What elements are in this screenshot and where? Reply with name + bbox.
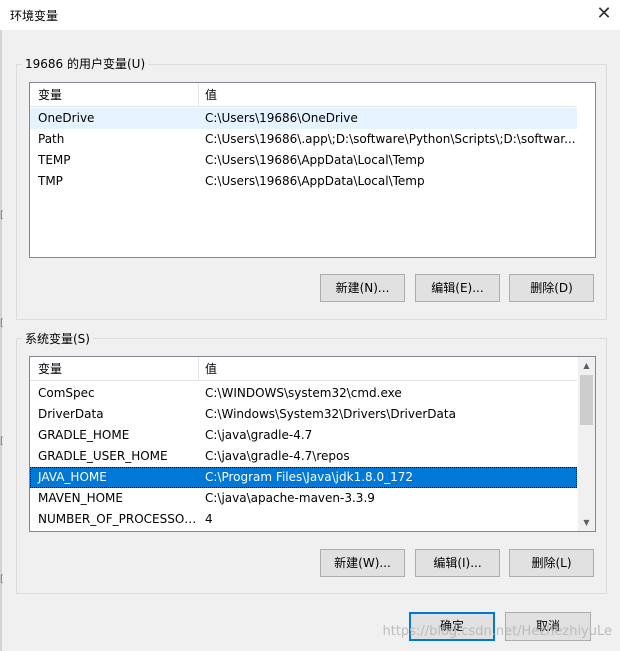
system-variable-row[interactable]: DriverData C:\Windows\System32\Drivers\D… bbox=[30, 404, 577, 425]
variable-name: TEMP bbox=[38, 153, 71, 167]
variable-name: JAVA_HOME bbox=[38, 470, 107, 484]
variable-name: ComSpec bbox=[38, 386, 95, 400]
variable-value: C:\java\gradle-4.7 bbox=[205, 428, 313, 442]
column-header-variable[interactable]: 变量 bbox=[32, 83, 198, 107]
system-variable-row[interactable]: GRADLE_USER_HOME C:\java\gradle-4.7\repo… bbox=[30, 446, 577, 467]
system-variable-row[interactable]: NUMBER_OF_PROCESSORS 4 bbox=[30, 509, 577, 530]
user-new-button[interactable]: 新建(N)... bbox=[320, 274, 405, 302]
user-delete-button[interactable]: 删除(D) bbox=[509, 274, 594, 302]
variable-value: C:\java\apache-maven-3.3.9 bbox=[205, 491, 375, 505]
system-variable-row[interactable]: ComSpec C:\WINDOWS\system32\cmd.exe bbox=[30, 383, 577, 404]
system-variables-group-label: 系统变量(S) bbox=[22, 330, 93, 347]
user-variable-row[interactable]: TEMP C:\Users\19686\AppData\Local\Temp bbox=[30, 150, 577, 171]
user-variable-row[interactable]: TMP C:\Users\19686\AppData\Local\Temp bbox=[30, 171, 577, 192]
variable-value: C:\Users\19686\OneDrive bbox=[205, 111, 358, 125]
variable-value: C:\Users\19686\AppData\Local\Temp bbox=[205, 174, 425, 188]
variable-name: MAVEN_HOME bbox=[38, 491, 123, 505]
close-icon[interactable]: ✕ bbox=[588, 0, 620, 30]
background-edge-glyph: [ bbox=[0, 436, 4, 447]
variable-value: C:\java\gradle-4.7\repos bbox=[205, 449, 350, 463]
vertical-scrollbar[interactable]: ▲ ▼ bbox=[578, 357, 595, 531]
background-window-edge bbox=[0, 30, 2, 651]
system-variable-row[interactable]: MAVEN_HOME C:\java\apache-maven-3.3.9 bbox=[30, 488, 577, 509]
user-variables-list[interactable]: 变量 值 OneDrive C:\Users\19686\OneDrive Pa… bbox=[29, 82, 596, 258]
variable-value: C:\Users\19686\AppData\Local\Temp bbox=[205, 153, 425, 167]
variable-value: 4 bbox=[205, 512, 213, 526]
variable-name: Path bbox=[38, 132, 65, 146]
variable-value: C:\Windows\System32\Drivers\DriverData bbox=[205, 407, 456, 421]
scrollbar-thumb[interactable] bbox=[580, 375, 593, 425]
list-header: 变量 值 bbox=[30, 83, 577, 107]
background-edge-glyph: [ bbox=[0, 574, 4, 585]
system-edit-button[interactable]: 编辑(I)... bbox=[415, 549, 500, 577]
window-title: 环境变量 bbox=[10, 9, 59, 23]
variable-name: GRADLE_USER_HOME bbox=[38, 449, 168, 463]
column-header-value[interactable]: 值 bbox=[199, 83, 577, 107]
system-variable-row-selected[interactable]: JAVA_HOME C:\Program Files\Java\jdk1.8.0… bbox=[30, 467, 577, 488]
column-header-variable[interactable]: 变量 bbox=[32, 357, 198, 381]
background-edge-glyph: [ bbox=[0, 210, 4, 221]
system-delete-button[interactable]: 删除(L) bbox=[509, 549, 594, 577]
user-variables-group-label: 19686 的用户变量(U) bbox=[22, 55, 149, 72]
scroll-down-arrow-icon[interactable]: ▼ bbox=[578, 514, 595, 531]
variable-name: OneDrive bbox=[38, 111, 95, 125]
environment-variables-dialog: 环境变量 ✕ [ [ [ [ 19686 的用户变量(U) 变量 值 OneDr… bbox=[0, 0, 620, 651]
variable-value: C:\Program Files\Java\jdk1.8.0_172 bbox=[205, 470, 414, 484]
list-header: 变量 值 bbox=[30, 357, 577, 381]
system-variable-row[interactable]: GRADLE_HOME C:\java\gradle-4.7 bbox=[30, 425, 577, 446]
variable-value: C:\Users\19686\.app\;D:\software\Python\… bbox=[205, 132, 576, 146]
watermark: https://blog.csdn.net/HezhezhiyuLe bbox=[382, 624, 612, 639]
variable-name: TMP bbox=[38, 174, 63, 188]
title-bar: 环境变量 ✕ bbox=[0, 0, 620, 30]
variable-name: GRADLE_HOME bbox=[38, 428, 130, 442]
system-new-button[interactable]: 新建(W)... bbox=[320, 549, 405, 577]
variable-name: DriverData bbox=[38, 407, 104, 421]
user-edit-button[interactable]: 编辑(E)... bbox=[415, 274, 500, 302]
user-variable-row[interactable]: OneDrive C:\Users\19686\OneDrive bbox=[30, 108, 577, 129]
column-header-value[interactable]: 值 bbox=[199, 357, 577, 381]
variable-name: NUMBER_OF_PROCESSORS bbox=[38, 512, 198, 526]
scroll-up-arrow-icon[interactable]: ▲ bbox=[578, 357, 595, 374]
user-variable-row[interactable]: Path C:\Users\19686\.app\;D:\software\Py… bbox=[30, 129, 577, 150]
variable-value: C:\WINDOWS\system32\cmd.exe bbox=[205, 386, 402, 400]
system-variables-list[interactable]: 变量 值 ComSpec C:\WINDOWS\system32\cmd.exe… bbox=[29, 356, 596, 532]
background-edge-glyph: [ bbox=[0, 318, 4, 329]
